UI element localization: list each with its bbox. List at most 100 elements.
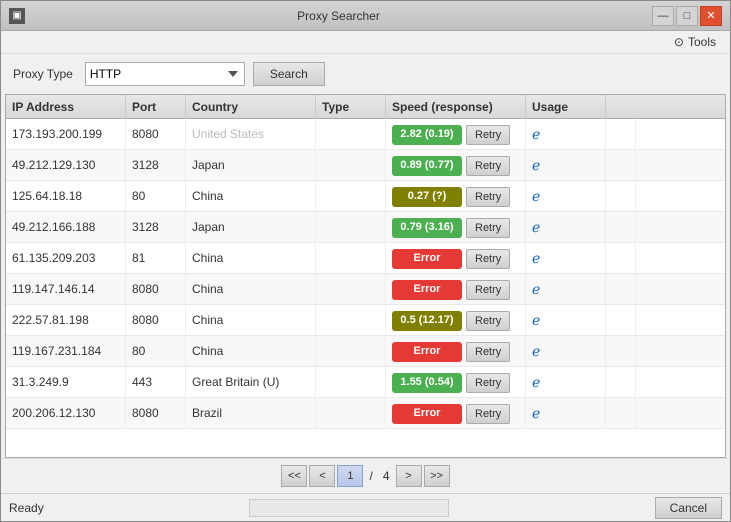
speed-badge: 0.89 (0.77) xyxy=(392,156,462,176)
cell-type xyxy=(316,243,386,274)
window-title: Proxy Searcher xyxy=(25,9,652,23)
tools-icon: ⊙ xyxy=(674,35,684,49)
cell-extra xyxy=(606,274,636,305)
cell-usage: ℯ xyxy=(526,398,606,429)
cell-type xyxy=(316,367,386,398)
cell-usage: ℯ xyxy=(526,181,606,212)
cell-port: 8080 xyxy=(126,305,186,336)
speed-badge: Error xyxy=(392,342,462,362)
titlebar: ▣ Proxy Searcher — □ ✕ xyxy=(1,1,730,31)
table-row[interactable]: 119.167.231.184 80 China Error Retry ℯ xyxy=(6,336,725,367)
titlebar-controls: — □ ✕ xyxy=(652,6,722,26)
cell-extra xyxy=(606,212,636,243)
cell-port: 8080 xyxy=(126,274,186,305)
cell-extra xyxy=(606,367,636,398)
tools-button[interactable]: ⊙ Tools xyxy=(668,33,722,51)
ie-icon[interactable]: ℯ xyxy=(532,212,540,243)
cell-country: China xyxy=(186,243,316,274)
retry-button[interactable]: Retry xyxy=(466,280,510,300)
cell-speed: 0.5 (12.17) Retry xyxy=(386,305,526,336)
proxy-type-label: Proxy Type xyxy=(13,67,73,81)
cell-type xyxy=(316,212,386,243)
close-button[interactable]: ✕ xyxy=(700,6,722,26)
table-row[interactable]: 61.135.209.203 81 China Error Retry ℯ xyxy=(6,243,725,274)
cell-usage: ℯ xyxy=(526,367,606,398)
table-row[interactable]: 200.206.12.130 8080 Brazil Error Retry ℯ xyxy=(6,398,725,429)
table-header: IP Address Port Country Type Speed (resp… xyxy=(6,95,725,119)
status-text: Ready xyxy=(9,501,44,515)
minimize-button[interactable]: — xyxy=(652,6,674,26)
ie-icon[interactable]: ℯ xyxy=(532,274,540,305)
toolbar: ⊙ Tools xyxy=(1,31,730,54)
proxy-type-select[interactable]: HTTP HTTPS SOCKS4 SOCKS5 xyxy=(85,62,245,86)
window-icon: ▣ xyxy=(9,8,25,24)
cell-extra xyxy=(606,119,636,150)
cell-port: 81 xyxy=(126,243,186,274)
maximize-button[interactable]: □ xyxy=(676,6,698,26)
search-button[interactable]: Search xyxy=(253,62,325,86)
cell-type xyxy=(316,305,386,336)
col-country: Country xyxy=(186,95,316,119)
cell-port: 80 xyxy=(126,336,186,367)
ie-icon[interactable]: ℯ xyxy=(532,243,540,274)
page-separator: / xyxy=(365,469,376,483)
cell-ip: 119.167.231.184 xyxy=(6,336,126,367)
cell-port: 8080 xyxy=(126,398,186,429)
table-row[interactable]: 49.212.166.188 3128 Japan 0.79 (3.16) Re… xyxy=(6,212,725,243)
retry-button[interactable]: Retry xyxy=(466,373,510,393)
cell-extra xyxy=(606,243,636,274)
table-row[interactable]: 222.57.81.198 8080 China 0.5 (12.17) Ret… xyxy=(6,305,725,336)
table-row[interactable]: 173.193.200.199 8080 United States 2.82 … xyxy=(6,119,725,150)
ie-icon[interactable]: ℯ xyxy=(532,305,540,336)
ie-icon[interactable]: ℯ xyxy=(532,181,540,212)
cell-country: Great Britain (U) xyxy=(186,367,316,398)
table-row[interactable]: 119.147.146.14 8080 China Error Retry ℯ xyxy=(6,274,725,305)
ie-icon[interactable]: ℯ xyxy=(532,119,540,150)
col-type: Type xyxy=(316,95,386,119)
table-row[interactable]: 49.212.129.130 3128 Japan 0.89 (0.77) Re… xyxy=(6,150,725,181)
retry-button[interactable]: Retry xyxy=(466,187,510,207)
retry-button[interactable]: Retry xyxy=(466,311,510,331)
ie-icon[interactable]: ℯ xyxy=(532,150,540,181)
speed-badge: Error xyxy=(392,280,462,300)
col-speed: Speed (response) xyxy=(386,95,526,119)
cell-port: 443 xyxy=(126,367,186,398)
proxy-table: IP Address Port Country Type Speed (resp… xyxy=(5,94,726,458)
retry-button[interactable]: Retry xyxy=(466,156,510,176)
retry-button[interactable]: Retry xyxy=(466,218,510,238)
next-page-button[interactable]: > xyxy=(396,465,422,487)
cell-ip: 173.193.200.199 xyxy=(6,119,126,150)
speed-badge: 2.82 (0.19) xyxy=(392,125,462,145)
ie-icon[interactable]: ℯ xyxy=(532,367,540,398)
speed-badge: 1.55 (0.54) xyxy=(392,373,462,393)
speed-badge: Error xyxy=(392,404,462,424)
cancel-button[interactable]: Cancel xyxy=(655,497,722,519)
cell-port: 80 xyxy=(126,181,186,212)
cell-country: China xyxy=(186,181,316,212)
cell-usage: ℯ xyxy=(526,336,606,367)
ie-icon[interactable]: ℯ xyxy=(532,398,540,429)
tools-label: Tools xyxy=(688,35,716,49)
retry-button[interactable]: Retry xyxy=(466,404,510,424)
cell-speed: 1.55 (0.54) Retry xyxy=(386,367,526,398)
table-row[interactable]: 125.64.18.18 80 China 0.27 (?) Retry ℯ xyxy=(6,181,725,212)
search-row: Proxy Type HTTP HTTPS SOCKS4 SOCKS5 Sear… xyxy=(1,54,730,94)
ie-icon[interactable]: ℯ xyxy=(532,336,540,367)
last-page-button[interactable]: >> xyxy=(424,465,450,487)
cell-type xyxy=(316,398,386,429)
cell-country: United States xyxy=(186,119,316,150)
col-port: Port xyxy=(126,95,186,119)
retry-button[interactable]: Retry xyxy=(466,342,510,362)
current-page-button[interactable]: 1 xyxy=(337,465,363,487)
cell-country: China xyxy=(186,274,316,305)
cell-speed: Error Retry xyxy=(386,274,526,305)
table-row[interactable]: 31.3.249.9 443 Great Britain (U) 1.55 (0… xyxy=(6,367,725,398)
cell-usage: ℯ xyxy=(526,119,606,150)
retry-button[interactable]: Retry xyxy=(466,249,510,269)
col-usage: Usage xyxy=(526,95,606,119)
first-page-button[interactable]: << xyxy=(281,465,307,487)
cell-type xyxy=(316,274,386,305)
retry-button[interactable]: Retry xyxy=(466,125,510,145)
prev-page-button[interactable]: < xyxy=(309,465,335,487)
cell-ip: 222.57.81.198 xyxy=(6,305,126,336)
